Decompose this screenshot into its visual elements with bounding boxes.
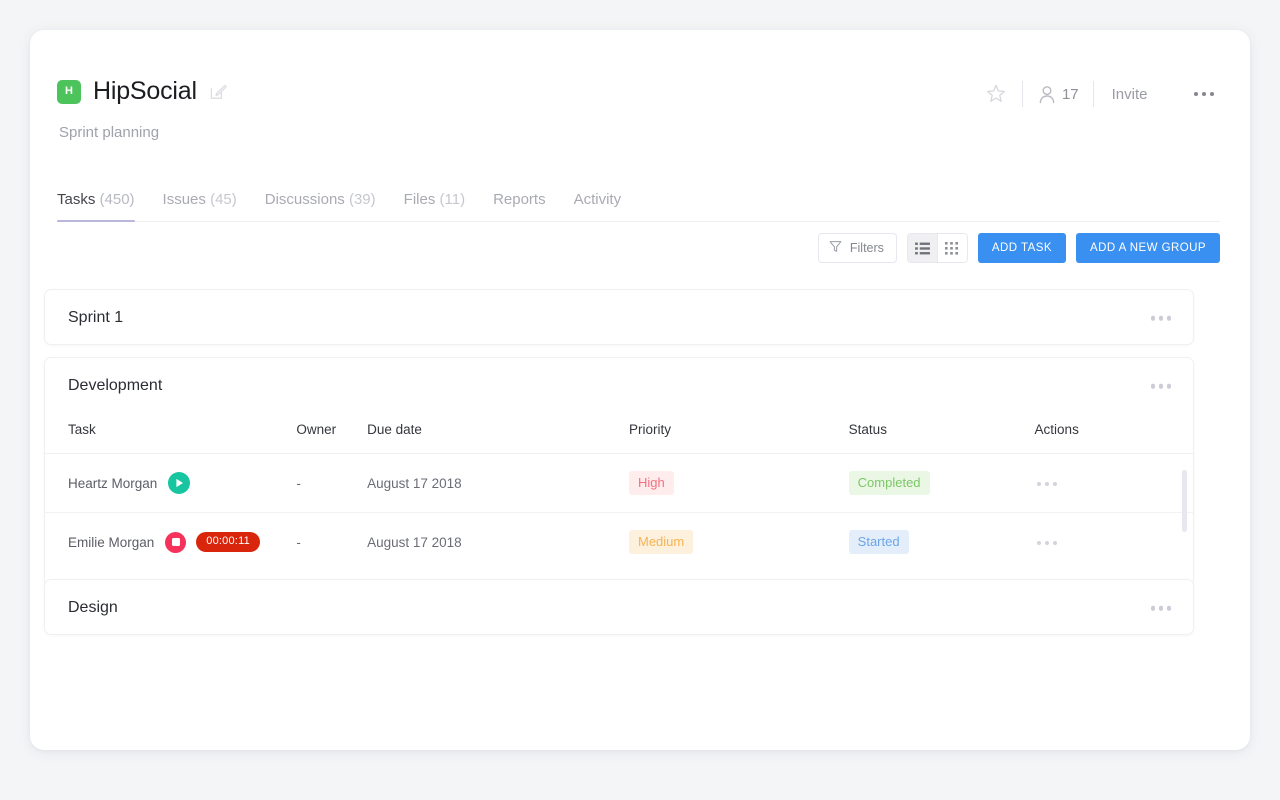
tab-files[interactable]: Files (11) xyxy=(404,182,465,221)
add-task-button[interactable]: ADD TASK xyxy=(977,233,1066,263)
table-row[interactable]: Emilie Morgan 00:00:11 - August 17 2018 … xyxy=(45,513,1193,572)
tasks-scrollbar[interactable] xyxy=(1182,448,1187,578)
group-card-design: Design xyxy=(44,579,1194,635)
tab-count: (45) xyxy=(210,191,237,208)
view-toggle-group xyxy=(906,233,968,263)
grid-view-icon[interactable] xyxy=(937,234,967,262)
group-card-sprint-1: Sprint 1 xyxy=(44,289,1194,345)
tasks-toolbar: Filters ADD TASK ADD A NEW GROUP xyxy=(817,233,1220,263)
invite-button[interactable]: Invite xyxy=(1112,86,1148,103)
funnel-icon xyxy=(829,240,842,256)
column-header-status: Status xyxy=(848,414,1035,454)
project-subtitle: Sprint planning xyxy=(59,124,160,141)
tab-label: Files xyxy=(403,191,436,208)
task-name: Emilie Morgan xyxy=(68,534,155,550)
filters-label: Filters xyxy=(849,241,884,255)
table-header-row: Task Owner Due date Priority Status Acti… xyxy=(45,414,1193,454)
tasks-table: Task Owner Due date Priority Status Acti… xyxy=(45,414,1193,571)
header-actions: 17 Invite xyxy=(984,78,1220,110)
priority-badge: High xyxy=(629,471,674,495)
edit-pencil-icon[interactable] xyxy=(209,82,228,101)
column-header-actions: Actions xyxy=(1034,414,1193,454)
page-title: HipSocial xyxy=(93,77,197,105)
project-window: H HipSocial Sprint planning 17 Invite Ta… xyxy=(30,30,1250,750)
tab-issues[interactable]: Issues (45) xyxy=(163,182,237,221)
tab-count: (450) xyxy=(99,191,135,208)
owner-cell: - xyxy=(296,453,368,513)
filters-button[interactable]: Filters xyxy=(817,233,897,263)
priority-cell: High xyxy=(629,453,849,513)
column-header-task: Task xyxy=(45,414,297,454)
more-horizontal-icon[interactable] xyxy=(1035,476,1060,493)
task-name: Heartz Morgan xyxy=(68,475,158,491)
tab-label: Activity xyxy=(573,191,622,208)
project-header: H HipSocial Sprint planning 17 Invite xyxy=(30,30,1250,141)
timer-stop-icon[interactable] xyxy=(165,531,187,553)
group-title: Design xyxy=(68,599,118,616)
tab-activity[interactable]: Activity xyxy=(574,182,622,221)
column-header-due-date: Due date xyxy=(367,414,629,454)
divider xyxy=(1021,81,1023,107)
group-header[interactable]: Development xyxy=(45,358,1193,414)
group-card-development: Development Task Owner Due date Priority… xyxy=(44,357,1194,587)
member-count: 17 xyxy=(1061,85,1079,103)
tasks-scrollbar-thumb[interactable] xyxy=(1182,470,1187,532)
due-date-cell: August 17 2018 xyxy=(367,534,462,550)
tab-count: (39) xyxy=(348,191,376,208)
group-header[interactable]: Sprint 1 xyxy=(45,290,1193,346)
project-avatar-badge: H xyxy=(57,79,81,104)
tab-count: (11) xyxy=(439,191,466,208)
star-icon[interactable] xyxy=(984,82,1008,106)
more-horizontal-icon[interactable] xyxy=(1035,535,1060,552)
divider xyxy=(1092,81,1094,107)
tab-label: Discussions xyxy=(264,191,345,208)
timer-value-badge: 00:00:11 xyxy=(196,532,260,552)
group-title: Development xyxy=(68,377,163,394)
tab-tasks[interactable]: Tasks (450) xyxy=(57,182,135,222)
status-cell: Completed xyxy=(848,453,1035,513)
person-icon xyxy=(1037,84,1057,105)
tab-label: Tasks xyxy=(57,191,96,208)
more-horizontal-icon[interactable] xyxy=(1145,310,1178,327)
status-badge: Started xyxy=(848,530,909,554)
more-horizontal-icon[interactable] xyxy=(1145,600,1178,617)
tab-reports[interactable]: Reports xyxy=(493,182,546,221)
column-header-owner: Owner xyxy=(296,414,368,454)
task-cell: Heartz Morgan xyxy=(45,453,297,513)
status-badge: Completed xyxy=(848,471,930,495)
table-row[interactable]: Heartz Morgan - August 17 2018 High Comp… xyxy=(45,453,1193,513)
add-new-group-button[interactable]: ADD A NEW GROUP xyxy=(1075,233,1220,263)
priority-badge: Medium xyxy=(629,530,694,554)
owner-cell: - xyxy=(296,534,301,550)
project-title-row: H HipSocial xyxy=(57,77,228,106)
tab-label: Issues xyxy=(162,191,206,208)
timer-play-icon[interactable] xyxy=(168,472,191,494)
tab-bar: Tasks (450) Issues (45) Discussions (39)… xyxy=(57,182,1220,222)
more-horizontal-icon[interactable] xyxy=(1145,378,1178,395)
tab-discussions[interactable]: Discussions (39) xyxy=(265,182,376,221)
group-header[interactable]: Design xyxy=(45,580,1193,636)
priority-cell: Medium xyxy=(629,513,849,572)
tab-label: Reports xyxy=(493,191,546,208)
actions-cell xyxy=(1035,513,1193,572)
task-cell: Emilie Morgan 00:00:11 xyxy=(45,513,296,572)
actions-cell xyxy=(1034,453,1193,513)
due-date-cell: August 17 2018 xyxy=(367,453,629,513)
list-view-icon[interactable] xyxy=(907,234,937,262)
column-header-priority: Priority xyxy=(629,414,849,454)
more-horizontal-icon[interactable] xyxy=(1188,86,1221,103)
group-title: Sprint 1 xyxy=(68,309,124,326)
status-cell: Started xyxy=(848,513,1035,572)
